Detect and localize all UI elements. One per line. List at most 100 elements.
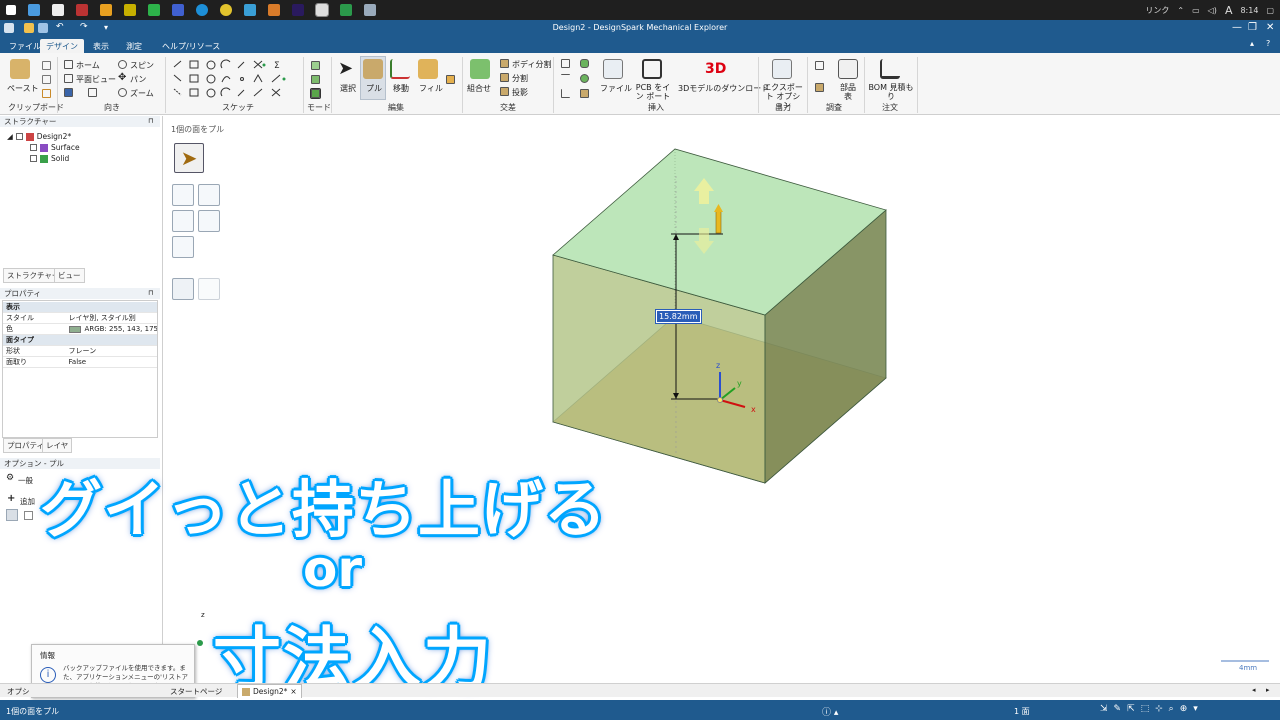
tab-views[interactable]: ビュー bbox=[54, 268, 85, 283]
tab-design[interactable]: デザイン bbox=[40, 39, 84, 53]
paste-icon[interactable] bbox=[10, 59, 30, 79]
combine-icon[interactable] bbox=[470, 59, 490, 79]
app-icon[interactable] bbox=[52, 4, 64, 16]
file-insert-button[interactable]: ファイル bbox=[600, 83, 632, 94]
app-icon[interactable] bbox=[124, 4, 136, 16]
plus-icon[interactable]: + bbox=[7, 493, 15, 504]
plane-icon[interactable] bbox=[561, 59, 570, 68]
3d-model-download-icon[interactable]: 3D bbox=[705, 59, 726, 79]
close-tab-icon[interactable]: × bbox=[290, 687, 296, 696]
options-general-label[interactable]: 一般 bbox=[18, 475, 33, 486]
tab-scroll-left-icon[interactable]: ◂ bbox=[1252, 686, 1256, 694]
format-painter-icon[interactable] bbox=[42, 89, 51, 98]
dimension-value-field[interactable]: 15.82mm bbox=[655, 309, 702, 324]
sketch-tool-icons[interactable]: Σ bbox=[172, 59, 300, 101]
plane-view-icon[interactable] bbox=[64, 74, 73, 83]
pull-option-icon[interactable] bbox=[24, 511, 33, 520]
app-icon[interactable] bbox=[100, 4, 112, 16]
cylinder-icon[interactable] bbox=[580, 59, 589, 68]
pull-icon[interactable] bbox=[363, 59, 383, 79]
app-icon[interactable] bbox=[172, 4, 184, 16]
restore-icon[interactable]: ❐ bbox=[1248, 22, 1257, 33]
tab-scroll-right-icon[interactable]: ▸ bbox=[1266, 686, 1270, 694]
export-icon[interactable] bbox=[772, 59, 792, 79]
home-icon[interactable] bbox=[64, 60, 73, 69]
tab-view[interactable]: 表示 bbox=[87, 39, 115, 53]
split-icon[interactable] bbox=[500, 73, 509, 82]
tree-item-solid[interactable]: Solid bbox=[30, 154, 69, 163]
app-icon[interactable] bbox=[28, 4, 40, 16]
pull-handle-icon[interactable] bbox=[715, 210, 722, 234]
file-insert-icon[interactable] bbox=[603, 59, 623, 79]
zoom-button[interactable]: ズーム bbox=[130, 88, 154, 99]
ribbon-collapse-icon[interactable]: ▴ bbox=[1250, 39, 1254, 48]
tab-layers[interactable]: レイヤ bbox=[42, 438, 73, 453]
parts-list-icon[interactable] bbox=[838, 59, 858, 79]
origin-icon[interactable] bbox=[561, 89, 570, 98]
tree-root[interactable]: ◢ Design2* bbox=[7, 132, 71, 141]
plane-view-button[interactable]: 平面ビュー bbox=[76, 74, 116, 85]
monitor-icon[interactable]: ▭ bbox=[1192, 6, 1200, 15]
axis-icon[interactable] bbox=[561, 74, 570, 83]
blend-icon[interactable] bbox=[446, 75, 455, 84]
home-button[interactable]: ホーム bbox=[76, 60, 100, 71]
tree-item-surface[interactable]: Surface bbox=[30, 143, 80, 152]
measure-icon[interactable] bbox=[815, 61, 824, 70]
expand-icon[interactable]: ◢ bbox=[7, 132, 13, 141]
pcb-import-button[interactable]: PCB をイン ポート bbox=[634, 83, 672, 101]
fill-icon[interactable] bbox=[418, 59, 438, 79]
sketch-mode-icon[interactable] bbox=[311, 61, 320, 70]
checkbox[interactable] bbox=[30, 155, 37, 162]
move-icon[interactable] bbox=[390, 59, 410, 79]
pull-button[interactable]: プル bbox=[366, 83, 382, 94]
edge-icon[interactable] bbox=[196, 4, 208, 16]
chrome-icon[interactable] bbox=[220, 4, 232, 16]
split-body-button[interactable]: ボディ分割 bbox=[512, 59, 551, 70]
3d-mode-icon[interactable] bbox=[310, 88, 321, 99]
minimize-icon[interactable]: — bbox=[1232, 22, 1242, 33]
select-button[interactable]: 選択 bbox=[340, 83, 356, 94]
help-icon[interactable]: ? bbox=[1266, 39, 1270, 48]
status-tool-icons[interactable]: ⇲✎⇱⬚⊹⌕⊕▾ bbox=[1100, 704, 1204, 714]
volume-icon[interactable]: ◁) bbox=[1208, 6, 1217, 15]
view-cube-icon[interactable] bbox=[64, 88, 73, 97]
fill-button[interactable]: フィル bbox=[419, 83, 443, 94]
project-icon[interactable] bbox=[500, 87, 509, 96]
inspect-icon[interactable] bbox=[815, 83, 824, 92]
zoom-icon[interactable] bbox=[118, 88, 127, 97]
split-button[interactable]: 分割 bbox=[512, 73, 528, 84]
view-triad-icon[interactable] bbox=[197, 640, 203, 646]
tab-start-page[interactable]: スタートページ bbox=[170, 686, 222, 697]
checkbox[interactable] bbox=[15, 133, 23, 140]
premiere-icon[interactable] bbox=[292, 4, 304, 16]
checkbox[interactable] bbox=[30, 144, 37, 151]
split-body-icon[interactable] bbox=[500, 59, 509, 68]
notification-icon[interactable]: ▢ bbox=[1266, 6, 1274, 15]
chevron-up-icon[interactable]: ⌃ bbox=[1177, 6, 1184, 15]
pcb-import-icon[interactable] bbox=[642, 59, 662, 79]
sphere-icon[interactable] bbox=[580, 74, 589, 83]
paste-button[interactable]: ペースト bbox=[7, 83, 39, 94]
pin-icon[interactable]: ⊓ bbox=[148, 117, 153, 125]
clock[interactable]: 8:14 bbox=[1240, 6, 1258, 15]
shell-icon[interactable] bbox=[580, 89, 589, 98]
project-button[interactable]: 投影 bbox=[512, 87, 528, 98]
options-tab-partial[interactable]: オプシ bbox=[7, 686, 30, 697]
tray-link-label[interactable]: リンク bbox=[1145, 5, 1169, 16]
windows-start-icon[interactable] bbox=[6, 5, 16, 15]
3d-model-download-button[interactable]: 3Dモデルのダウンロード bbox=[678, 83, 769, 94]
cart-icon[interactable] bbox=[880, 59, 900, 79]
app-icon[interactable] bbox=[148, 4, 160, 16]
move-button[interactable]: 移動 bbox=[393, 83, 409, 94]
section-mode-icon[interactable] bbox=[311, 75, 320, 84]
bom-quote-button[interactable]: BOM 見積もり bbox=[868, 83, 914, 101]
tab-design2[interactable]: Design2* × bbox=[237, 684, 302, 698]
parts-list-button[interactable]: 部品 表 bbox=[838, 83, 858, 101]
camera-icon[interactable] bbox=[88, 88, 97, 97]
app-icon[interactable] bbox=[76, 4, 88, 16]
designspark-icon[interactable] bbox=[315, 3, 329, 17]
combine-button[interactable]: 組合せ bbox=[467, 83, 491, 94]
pan-button[interactable]: パン bbox=[130, 74, 146, 85]
pin-icon[interactable]: ⊓ bbox=[148, 289, 153, 297]
app-icon[interactable] bbox=[244, 4, 256, 16]
